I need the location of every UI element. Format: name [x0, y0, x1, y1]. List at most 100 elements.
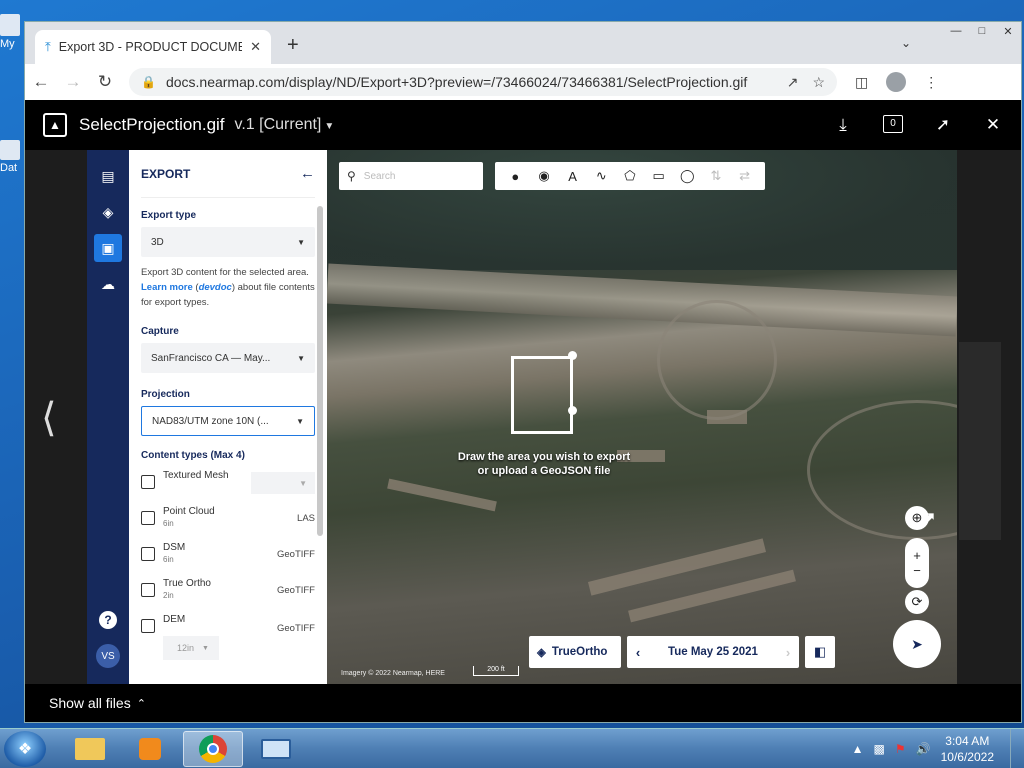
network-icon[interactable]: ▩ [874, 742, 885, 756]
map-icon[interactable]: ▤ [94, 162, 122, 190]
panel-header: EXPORT ← [141, 150, 315, 198]
media-player-icon[interactable] [120, 731, 180, 767]
devdoc-link[interactable]: devdoc [199, 282, 232, 293]
viewer-footer[interactable]: Show all files ⌃ [25, 684, 1021, 722]
layers-icon[interactable]: ◈ [94, 198, 122, 226]
lock-icon[interactable]: 🔒 [141, 75, 156, 89]
map-search-input[interactable]: ⚲ Search [339, 162, 483, 190]
pin-icon[interactable]: ● [506, 169, 524, 184]
line-icon[interactable]: ∿ [592, 168, 610, 184]
camera-icon[interactable]: ◉ [535, 168, 553, 184]
zoom-out-icon[interactable]: − [913, 563, 921, 578]
user-avatar[interactable]: VS [94, 642, 122, 670]
volume-icon[interactable]: 🔊 [916, 742, 931, 756]
clock-time: 3:04 AM [945, 734, 990, 748]
format-label: GeoTIFF [276, 585, 315, 596]
profile-avatar-icon[interactable] [886, 72, 907, 92]
clock[interactable]: 3:04 AM 10/6/2022 [941, 733, 994, 765]
side-panel-icon[interactable]: ◫ [855, 74, 868, 91]
content-type-label: DSM [163, 542, 186, 553]
image-export-icon[interactable]: ▣ [94, 234, 122, 262]
panel-scrollbar[interactable] [317, 206, 323, 536]
desktop-icon-data[interactable]: Dat [0, 140, 24, 174]
checkbox[interactable] [141, 619, 155, 633]
projection-select[interactable]: NAD83/UTM zone 10N (... ▼ [141, 406, 315, 436]
file-preview-viewer: ▲ SelectProjection.gif v.1 [Current] ▼ ⤓ … [25, 100, 1021, 722]
dem-resolution-select[interactable]: 12in ▼ [163, 636, 219, 660]
menu-kebab-icon[interactable]: ⋮ [924, 74, 938, 91]
desktop-icon-label: Dat [0, 162, 18, 174]
swap-icon[interactable]: ⇄ [736, 168, 754, 184]
reload-icon[interactable]: ↻ [89, 72, 121, 92]
desc-text: Export 3D content for the selected area. [141, 267, 309, 278]
caret-down-icon: ▼ [296, 416, 304, 426]
checkbox[interactable] [141, 475, 155, 489]
back-arrow-icon[interactable]: ← [300, 165, 315, 182]
maximize-icon[interactable]: □ [969, 22, 995, 40]
preview-stage: ⟨ ⟩ ▤ ◈ ▣ ☁ ? VS EXPORT ← [25, 150, 1021, 684]
forward-icon[interactable]: → [57, 72, 89, 92]
learn-more-link[interactable]: Learn more [141, 282, 193, 293]
share-out-icon[interactable]: ➚ [933, 115, 953, 135]
content-type-name: Textured Mesh [163, 470, 229, 481]
next-date-icon[interactable]: › [777, 645, 799, 660]
checkbox[interactable] [141, 547, 155, 561]
capture-date[interactable]: Tue May 25 2021 [649, 646, 777, 658]
show-hidden-icons-icon[interactable]: ▲ [852, 742, 864, 756]
chrome-icon[interactable] [183, 731, 243, 767]
file-explorer-icon[interactable] [60, 731, 120, 767]
browser-tab[interactable]: ⤒ Export 3D - PRODUCT DOCUMEN ✕ [35, 30, 271, 64]
help-button[interactable]: ? [94, 606, 122, 634]
desktop-icon-label: My [0, 38, 15, 50]
vertex-handle[interactable] [568, 406, 577, 415]
export-type-select[interactable]: 3D ▼ [141, 227, 315, 257]
download-icon[interactable]: ⤓ [833, 115, 853, 135]
compare-split-icon[interactable]: ◧ [805, 636, 835, 668]
share-icon[interactable]: ↗ [787, 74, 799, 91]
previous-date-icon[interactable]: ‹ [627, 645, 649, 660]
rotate-icon[interactable]: ⟳ [905, 590, 929, 614]
elevation-icon[interactable]: ⇅ [707, 168, 725, 184]
mouse-cursor-icon: ⬈ [921, 508, 937, 528]
capture-select[interactable]: SanFrancisco CA — May... ▼ [141, 343, 315, 373]
close-tab-icon[interactable]: ✕ [250, 39, 261, 55]
rectangle-icon[interactable]: ▭ [650, 168, 668, 184]
projection-label: Projection [141, 389, 190, 400]
previous-file-arrow-icon[interactable]: ⟨ [41, 395, 57, 441]
address-bar[interactable]: 🔒 docs.nearmap.com/display/ND/Export+3D?… [129, 68, 837, 96]
vertex-handle[interactable] [568, 351, 577, 360]
back-icon[interactable]: ← [25, 72, 57, 92]
true-ortho-label: TrueOrtho [551, 646, 608, 658]
comments-icon[interactable]: 0 [883, 115, 903, 133]
action-center-icon[interactable]: ⚑ [895, 742, 906, 756]
draw-toolbar: ● ◉ A ∿ ⬠ ▭ ◯ ⇅ ⇄ [495, 162, 765, 190]
aerial-map[interactable]: ⚲ Search ● ◉ A ∿ ⬠ ▭ ◯ ⇅ ⇄ Draw the area… [327, 150, 957, 684]
show-all-files-label[interactable]: Show all files [49, 695, 131, 711]
checkbox[interactable] [141, 583, 155, 597]
checkbox[interactable] [141, 511, 155, 525]
content-type-name: DEM [163, 614, 186, 625]
file-name: SelectProjection.gif [79, 115, 225, 134]
drawn-area-rectangle[interactable] [511, 356, 573, 434]
minimize-icon[interactable]: — [943, 22, 969, 40]
format-select[interactable]: ▼ [251, 472, 315, 494]
cloud-download-icon[interactable]: ☁ [94, 270, 122, 298]
compass-icon[interactable]: ➤ [893, 620, 941, 668]
text-annotation-icon[interactable]: A [564, 169, 582, 184]
new-tab-icon[interactable]: + [287, 34, 299, 57]
tab-search-icon[interactable]: ⌄ [901, 36, 911, 50]
polygon-icon[interactable]: ⬠ [621, 168, 639, 184]
adjacent-preview [959, 342, 1001, 540]
close-viewer-icon[interactable]: ✕ [983, 115, 1003, 135]
desktop-icon-computer[interactable]: My [0, 14, 24, 50]
start-button[interactable]: ❖ [4, 731, 46, 767]
show-desktop-button[interactable] [1010, 729, 1024, 768]
circle-icon[interactable]: ◯ [678, 168, 696, 184]
remote-app-icon[interactable] [246, 731, 306, 767]
bookmark-star-icon[interactable]: ☆ [812, 74, 825, 91]
true-ortho-button[interactable]: ◈ TrueOrtho [529, 636, 621, 668]
version-dropdown[interactable]: v.1 [Current] ▼ [235, 116, 335, 134]
close-window-icon[interactable]: ✕ [995, 22, 1021, 40]
capture-value: SanFrancisco CA — May... [151, 352, 271, 364]
zoom-in-icon[interactable]: + [913, 548, 921, 563]
